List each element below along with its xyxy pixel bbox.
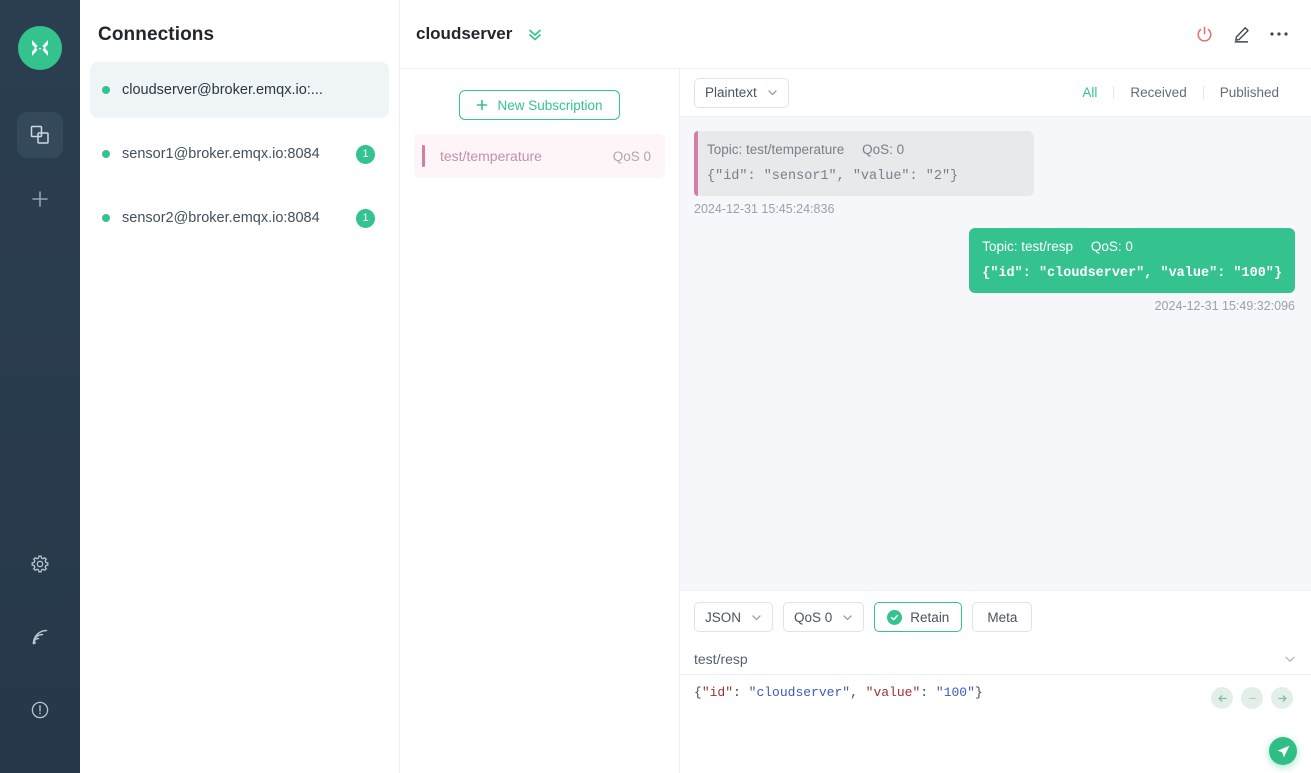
check-circle-icon — [887, 609, 903, 625]
retain-toggle[interactable]: Retain — [874, 602, 963, 632]
connections-icon — [29, 124, 51, 146]
left-rail-bottom — [0, 541, 80, 773]
message-qos: QoS: 0 — [1090, 239, 1133, 254]
send-plane-icon — [1276, 744, 1291, 759]
sidebar-item-log[interactable] — [17, 614, 63, 660]
chevron-down-icon — [842, 612, 853, 623]
tab-all[interactable]: All — [1066, 85, 1113, 100]
subscription-color-bar — [422, 145, 425, 167]
left-rail — [0, 0, 80, 773]
edit-connection-button[interactable] — [1232, 25, 1251, 44]
connection-toolbar: cloudserver — [400, 0, 1311, 69]
payload-format-select[interactable]: Plaintext — [694, 77, 789, 108]
publish-payload-editor[interactable]: {"id": "cloudserver", "value": "100"} — [680, 675, 1311, 773]
message-topic: Topic: test/temperature — [707, 142, 845, 157]
connection-name: sensor2@broker.emqx.io:8084 — [122, 210, 320, 226]
message-bubble[interactable]: Topic: test/temperature QoS: 0 {"id": "s… — [694, 131, 1034, 196]
ellipsis-icon — [1269, 30, 1289, 38]
info-circle-icon — [30, 700, 50, 720]
plus-icon — [29, 188, 51, 210]
power-icon — [1195, 25, 1214, 44]
message-timestamp: 2024-12-31 15:45:24:836 — [694, 202, 835, 216]
send-button[interactable] — [1269, 737, 1297, 765]
connection-list: cloudserver@broker.emqx.io:... sensor1@b… — [80, 62, 399, 246]
new-subscription-label: New Subscription — [497, 97, 603, 113]
sidebar-item-connections[interactable] — [17, 112, 63, 158]
connection-list-item[interactable]: cloudserver@broker.emqx.io:... — [90, 62, 389, 118]
publish-topic-input[interactable]: test/resp — [694, 651, 1283, 667]
more-options-button[interactable] — [1269, 30, 1289, 38]
status-dot-icon — [102, 150, 110, 158]
sidebar-item-new-connection[interactable] — [17, 176, 63, 222]
tab-received[interactable]: Received — [1114, 85, 1202, 100]
publish-payload-code: {"id": "cloudserver", "value": "100"} — [694, 685, 983, 700]
new-subscription-wrap: New Subscription — [400, 69, 679, 134]
publish-format-select[interactable]: JSON — [694, 602, 774, 632]
publish-format-value: JSON — [705, 609, 742, 625]
chevron-down-icon — [767, 87, 778, 98]
unread-badge: 1 — [356, 144, 375, 164]
connection-name: cloudserver@broker.emqx.io:... — [122, 82, 323, 98]
plus-icon — [476, 99, 488, 111]
main-area: cloudserver New Subscription test/temper… — [400, 0, 1311, 773]
messages-panel: Plaintext All Received Published Topic: … — [680, 69, 1311, 773]
connection-list-item[interactable]: sensor1@broker.emqx.io:8084 1 — [90, 126, 389, 182]
message-list[interactable]: Topic: test/temperature QoS: 0 {"id": "s… — [680, 117, 1311, 590]
disconnect-button[interactable] — [1195, 25, 1214, 44]
page-title: Connections — [98, 24, 215, 45]
subscription-qos: QoS 0 — [612, 148, 651, 164]
content-row: New Subscription test/temperature QoS 0 … — [400, 69, 1311, 773]
subscription-topic: test/temperature — [440, 148, 542, 164]
minus-icon[interactable] — [1241, 687, 1263, 709]
broadcast-icon — [30, 627, 50, 647]
sidebar-item-settings[interactable] — [17, 541, 63, 587]
composer-options-row: JSON QoS 0 Retain Meta — [680, 591, 1311, 643]
connection-title: cloudserver — [416, 24, 513, 43]
subscription-item[interactable]: test/temperature QoS 0 — [414, 134, 665, 178]
publish-composer: JSON QoS 0 Retain Meta test/resp {"id": … — [680, 590, 1311, 773]
message-meta: Topic: test/resp QoS: 0 — [982, 239, 1282, 254]
payload-format-value: Plaintext — [705, 85, 757, 100]
subscriptions-panel: New Subscription test/temperature QoS 0 — [400, 69, 680, 773]
message-qos: QoS: 0 — [862, 142, 905, 157]
meta-button[interactable]: Meta — [972, 602, 1033, 632]
messages-toolbar: Plaintext All Received Published — [680, 69, 1311, 117]
message-payload: {"id": "sensor1", "value": "2"} — [707, 169, 959, 184]
message-filter-tabs: All Received Published — [1066, 85, 1295, 100]
unread-badge: 1 — [356, 208, 375, 228]
app-root: Connections cloudserver@broker.emqx.io:.… — [0, 0, 1311, 773]
publish-qos-value: QoS 0 — [794, 609, 833, 625]
message-payload: {"id": "cloudserver", "value": "100"} — [982, 266, 1282, 281]
editor-nav-buttons — [1211, 687, 1293, 709]
publish-topic-row[interactable]: test/resp — [680, 643, 1311, 675]
sidebar-item-about[interactable] — [17, 687, 63, 733]
pencil-icon — [1232, 25, 1251, 44]
new-subscription-button[interactable]: New Subscription — [459, 90, 620, 120]
message-meta: Topic: test/temperature QoS: 0 — [707, 142, 1021, 157]
status-dot-icon — [102, 86, 110, 94]
mqttx-logo-icon — [18, 26, 62, 70]
meta-label: Meta — [987, 609, 1018, 625]
connection-name: sensor1@broker.emqx.io:8084 — [122, 146, 320, 162]
double-chevron-down-icon[interactable] — [526, 25, 544, 43]
connection-list-item[interactable]: sensor2@broker.emqx.io:8084 1 — [90, 190, 389, 246]
message-timestamp: 2024-12-31 15:49:32:096 — [1154, 299, 1295, 313]
tab-published[interactable]: Published — [1204, 85, 1295, 100]
chevron-down-icon — [751, 612, 762, 623]
retain-label: Retain — [910, 609, 950, 625]
gear-icon — [30, 554, 50, 574]
connections-panel: Connections cloudserver@broker.emqx.io:.… — [80, 0, 400, 773]
publish-qos-select[interactable]: QoS 0 — [783, 602, 865, 632]
status-dot-icon — [102, 214, 110, 222]
arrow-left-icon[interactable] — [1211, 687, 1233, 709]
message-bubble[interactable]: Topic: test/resp QoS: 0 {"id": "cloudser… — [969, 228, 1295, 293]
message-topic: Topic: test/resp — [982, 239, 1074, 254]
message-item-published: Topic: test/resp QoS: 0 {"id": "cloudser… — [694, 228, 1295, 313]
chevron-down-icon[interactable] — [1283, 652, 1297, 666]
message-item-received: Topic: test/temperature QoS: 0 {"id": "s… — [694, 131, 1295, 216]
arrow-right-icon[interactable] — [1271, 687, 1293, 709]
